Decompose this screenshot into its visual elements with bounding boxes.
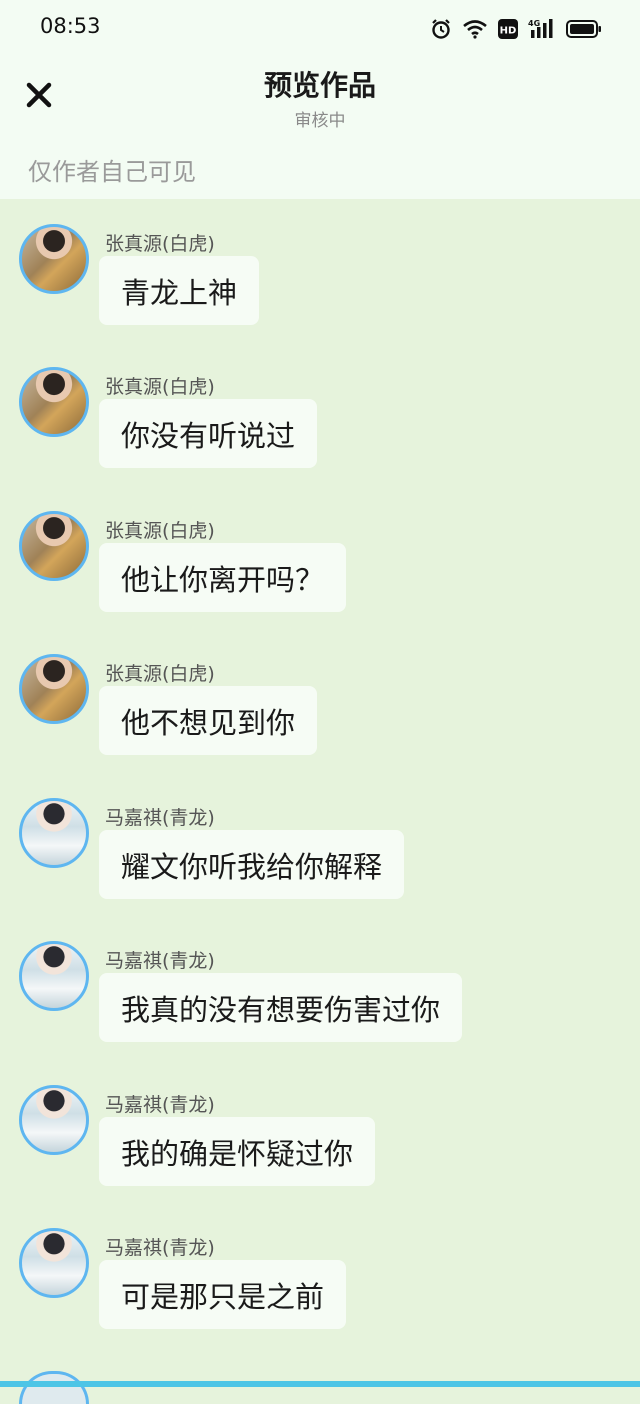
avatar[interactable] [19,367,89,437]
avatar[interactable] [19,654,89,724]
message-bubble[interactable]: 你没有听说过 [99,399,318,468]
signal-4g-icon: 4G [528,19,553,38]
bottom-accent-bar [0,1381,640,1387]
status-bar: 08:53 HD 4G [0,0,640,56]
hd-icon: HD [498,19,518,39]
speaker-name: 张真源(白虎) [105,376,215,398]
status-icons: HD 4G [430,16,602,42]
alarm-icon [432,19,450,39]
speaker-name: 马嘉祺(青龙) [105,1094,215,1116]
chat-message: 张真源(白虎) 青龙上神 [0,199,640,329]
chat-message: 马嘉祺(青龙) 我的确是怀疑过你 [0,1060,640,1190]
status-time: 08:53 [40,14,101,38]
avatar[interactable] [19,224,89,294]
chat-message: 马嘉祺(青龙) 我真的没有想要伤害过你 [0,916,640,1046]
avatar[interactable] [19,511,89,581]
avatar[interactable] [19,941,89,1011]
message-bubble[interactable]: 耀文你听我给你解释 [99,830,405,899]
speaker-name: 马嘉祺(青龙) [105,950,215,972]
battery-icon [566,20,601,38]
avatar[interactable] [19,798,89,868]
chat-message: 张真源(白虎) 他不想见到你 [0,629,640,759]
speaker-name: 张真源(白虎) [105,520,215,542]
message-bubble[interactable]: 我的确是怀疑过你 [99,1117,376,1186]
svg-text:HD: HD [500,26,517,37]
chat-message: 张真源(白虎) 他让你离开吗？ [0,486,640,616]
message-bubble[interactable]: 青龙上神 [99,256,260,325]
chat-list[interactable]: 张真源(白虎) 青龙上神 张真源(白虎) 你没有听说过 张真源(白虎) 他让你离… [0,199,640,1404]
speaker-name: 张真源(白虎) [105,233,215,255]
avatar[interactable] [19,1085,89,1155]
speaker-name: 马嘉祺(青龙) [105,807,215,829]
speaker-name: 马嘉祺(青龙) [105,1237,215,1259]
chat-message: 张真源(白虎) 你没有听说过 [0,342,640,472]
message-bubble[interactable]: 他让你离开吗？ [99,543,347,612]
avatar[interactable] [19,1228,89,1298]
header-area: 08:53 HD 4G 预览作品 审核中 仅作者自己可见 [0,0,640,199]
svg-text:4G: 4G [528,19,540,28]
message-bubble[interactable]: 我真的没有想要伤害过你 [99,973,463,1042]
chat-message: 马嘉祺(青龙) 耀文你听我给你解释 [0,773,640,903]
chat-message: 马嘉祺(青龙) 可是那只是之前 [0,1203,640,1333]
speaker-name: 张真源(白虎) [105,663,215,685]
page-title: 预览作品 [263,69,376,102]
message-bubble[interactable]: 他不想见到你 [99,686,318,755]
avatar[interactable] [19,1371,89,1404]
visibility-notice: 仅作者自己可见 [28,158,196,186]
review-status: 审核中 [294,111,346,131]
wifi-icon [463,20,487,39]
message-bubble[interactable]: 可是那只是之前 [99,1260,347,1329]
